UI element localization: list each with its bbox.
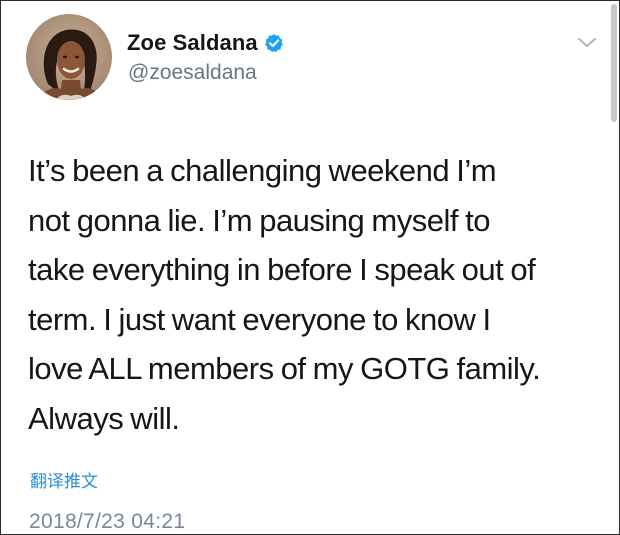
name-row: Zoe Saldana: [127, 30, 284, 56]
tweet-line: It’s been a challenging weekend I’m: [28, 153, 497, 188]
display-name[interactable]: Zoe Saldana: [127, 30, 258, 56]
tweet-line: take everything in before I speak out of: [28, 252, 536, 287]
tweet-line: love ALL members of my GOTG family.: [28, 351, 541, 386]
user-handle[interactable]: @zoesaldana: [128, 61, 257, 85]
scrollbar[interactable]: [610, 1, 619, 534]
tweet-timestamp[interactable]: 2018/7/23 04:21: [29, 510, 185, 534]
tweet-text: It’s been a challenging weekend I’m not …: [28, 146, 603, 443]
scrollbar-thumb[interactable]: [611, 4, 617, 122]
verified-badge-icon: [264, 33, 284, 53]
avatar[interactable]: [26, 14, 112, 100]
tweet-line: term. I just want everyone to know I: [28, 301, 491, 337]
tweet-line: Always will.: [28, 400, 180, 436]
translate-tweet-link[interactable]: 翻译推文: [30, 467, 98, 492]
tweet-line: not gonna lie. I’m pausing myself to: [28, 202, 490, 238]
chevron-down-icon[interactable]: [575, 35, 599, 51]
tweet-card: Zoe Saldana @zoesaldana It’s been a chal…: [0, 0, 620, 535]
avatar-photo: [38, 29, 104, 100]
